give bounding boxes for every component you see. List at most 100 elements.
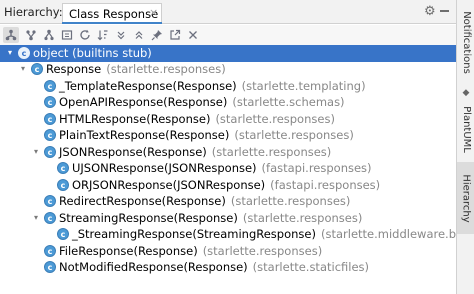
- expand-chevron-icon[interactable]: ▾: [5, 48, 15, 58]
- tree-row[interactable]: c NotModifiedResponse(Response) (starlette…: [0, 259, 456, 276]
- class-name: OpenAPIResponse(Response): [59, 95, 228, 109]
- class-name: _StreamingResponse(StreamingResponse): [72, 227, 316, 241]
- sort-alpha-icon[interactable]: [95, 27, 111, 43]
- class-name: StreamingResponse(Response): [59, 210, 238, 225]
- hierarchy-title: Hierarchy:: [4, 5, 63, 19]
- class-icon: c: [44, 244, 56, 257]
- class-icon: c: [57, 162, 69, 174]
- tree-row-label: ORJSONResponse(JSONResponse) (fastapi.res…: [72, 178, 380, 192]
- package-name: (starlette.responses): [211, 144, 332, 159]
- class-name: RedirectResponse(Response): [59, 194, 226, 208]
- class-name: FileResponse(Response): [59, 243, 198, 258]
- package-name: (starlette.middleware.base): [320, 227, 474, 241]
- hierarchy-toolbar: [0, 25, 456, 45]
- package-name: (starlette.responses): [230, 194, 351, 208]
- pin-icon[interactable]: [149, 27, 165, 43]
- tree-row-label: HTMLResponse(Response) (starlette.respons…: [59, 112, 335, 126]
- tree-row[interactable]: c _TemplateResponse(Response) (starlette.t…: [0, 78, 456, 95]
- class-icon: c: [44, 145, 56, 158]
- close-hierarchy-icon[interactable]: [185, 27, 201, 43]
- plantuml-tab[interactable]: PlantUML: [457, 100, 474, 158]
- open-in-editor-icon[interactable]: [167, 27, 183, 43]
- subtypes-icon[interactable]: [41, 27, 57, 43]
- expand-chevron-icon[interactable]: ▾: [31, 147, 41, 157]
- package-name: (starlette.staticfiles): [252, 260, 370, 274]
- tree-row-label: object (builtins stub): [33, 46, 152, 60]
- class-icon: c: [18, 46, 30, 59]
- gear-icon[interactable]: ⚙: [424, 4, 436, 19]
- class-icon: c: [44, 112, 56, 125]
- plantuml-icon: ◆: [462, 88, 470, 98]
- tree-row-label: RedirectResponse(Response) (starlette.res…: [59, 194, 350, 208]
- class-icon: c: [31, 63, 43, 75]
- class-name: UJSONResponse(JSONResponse): [72, 161, 257, 175]
- tree-row-label: FileResponse(Response) (starlette.respons…: [59, 244, 322, 258]
- minimize-icon[interactable]: [440, 10, 449, 12]
- tree-row[interactable]: c OpenAPIResponse(Response) (starlette.sch…: [0, 94, 456, 111]
- package-name: (starlette.responses): [242, 210, 363, 225]
- tree-row[interactable]: ▾ c Response (starlette.responses): [0, 61, 456, 78]
- class-icon: c: [44, 79, 56, 92]
- class-name: HTMLResponse(Response): [59, 111, 211, 126]
- tree-row-label: UJSONResponse(JSONResponse) (fastapi.resp…: [72, 161, 372, 175]
- expand-all-icon[interactable]: [113, 27, 129, 43]
- class-name: object (builtins stub): [33, 45, 152, 60]
- package-name: (starlette.responses): [215, 111, 335, 126]
- refresh-icon[interactable]: [77, 27, 93, 43]
- scope-icon[interactable]: [59, 27, 75, 43]
- class-icon: c: [44, 261, 56, 273]
- close-tab-icon[interactable]: ×: [149, 6, 158, 19]
- class-name: ORJSONResponse(JSONResponse): [72, 177, 266, 192]
- tree-row[interactable]: c FileResponse(Response) (starlette.respon…: [0, 243, 456, 260]
- tool-window-header: Hierarchy: Class Response × ⚙: [0, 0, 456, 24]
- hierarchy-tab-label: Hierarchy: [460, 173, 472, 223]
- tree-row-label: PlainTextResponse(Response) (starlette.re…: [59, 128, 354, 142]
- package-name: (starlette.responses): [202, 243, 323, 258]
- tab-label: Class Response: [69, 7, 159, 21]
- package-name: (fastapi.responses): [270, 177, 381, 192]
- class-name: PlainTextResponse(Response): [59, 128, 230, 142]
- hierarchy-tree: ▾ c object (builtins stub) ▾ c Response (starl…: [0, 44, 474, 294]
- tree-row[interactable]: ▾ c JSONResponse(Response) (starlette.respo…: [0, 144, 456, 161]
- tree-row[interactable]: c RedirectResponse(Response) (starlette.re…: [0, 193, 456, 210]
- tree-row[interactable]: c _StreamingResponse(StreamingResponse) (s…: [0, 226, 474, 243]
- class-icon: c: [44, 195, 56, 207]
- notifications-tab-label: Notifications: [460, 10, 472, 74]
- class-icon: c: [44, 96, 56, 108]
- tree-row[interactable]: ▾ c object (builtins stub): [0, 44, 456, 62]
- type-hierarchy-icon[interactable]: [3, 27, 19, 43]
- package-name: (fastapi.responses): [261, 161, 372, 175]
- plantuml-tab-label: PlantUML: [460, 105, 472, 153]
- package-name: (starlette.responses): [234, 128, 354, 142]
- tree-row[interactable]: c PlainTextResponse(Response) (starlette.r…: [0, 127, 456, 144]
- class-name: _TemplateResponse(Response): [59, 78, 237, 93]
- tree-row-label: StreamingResponse(Response) (starlette.re…: [59, 211, 362, 225]
- package-name: (starlette.schemas): [232, 95, 345, 109]
- class-icon: c: [57, 228, 69, 240]
- class-name: Response: [46, 62, 102, 76]
- tree-row-label: _StreamingResponse(StreamingResponse) (st…: [72, 227, 474, 241]
- tree-row-label: Response (starlette.responses): [46, 62, 226, 76]
- collapse-all-icon[interactable]: [131, 27, 147, 43]
- class-name: NotModifiedResponse(Response): [59, 260, 248, 274]
- tree-row-label: OpenAPIResponse(Response) (starlette.sche…: [59, 95, 345, 109]
- tab-class-response[interactable]: Class Response ×: [62, 3, 162, 24]
- tree-row-label: _TemplateResponse(Response) (starlette.te…: [59, 79, 366, 93]
- tree-row[interactable]: c UJSONResponse(JSONResponse) (fastapi.res…: [0, 160, 456, 177]
- tree-row[interactable]: c HTMLResponse(Response) (starlette.respon…: [0, 111, 456, 128]
- tree-row[interactable]: c ORJSONResponse(JSONResponse) (fastapi.re…: [0, 177, 456, 194]
- expand-chevron-icon[interactable]: ▾: [31, 213, 41, 223]
- hierarchy-tab[interactable]: Hierarchy: [457, 162, 474, 234]
- tab-active-indicator: [62, 22, 162, 24]
- tree-row[interactable]: ▾ c StreamingResponse(Response) (starlette.…: [0, 210, 456, 227]
- right-tool-strip: Notifications ◆ PlantUML Hierarchy: [456, 0, 474, 294]
- notifications-tab[interactable]: Notifications: [457, 2, 474, 82]
- hierarchy-panel: Hierarchy: Class Response × ⚙ ▾ c object…: [0, 0, 474, 294]
- tree-row-label: JSONResponse(Response) (starlette.respons…: [59, 145, 331, 159]
- expand-chevron-icon[interactable]: ▾: [18, 64, 28, 74]
- class-icon: c: [44, 129, 56, 141]
- class-name: JSONResponse(Response): [59, 144, 207, 159]
- tree-row-label: NotModifiedResponse(Response) (starlette.…: [59, 260, 369, 274]
- supertypes-icon[interactable]: [23, 27, 39, 43]
- class-icon: c: [57, 178, 69, 191]
